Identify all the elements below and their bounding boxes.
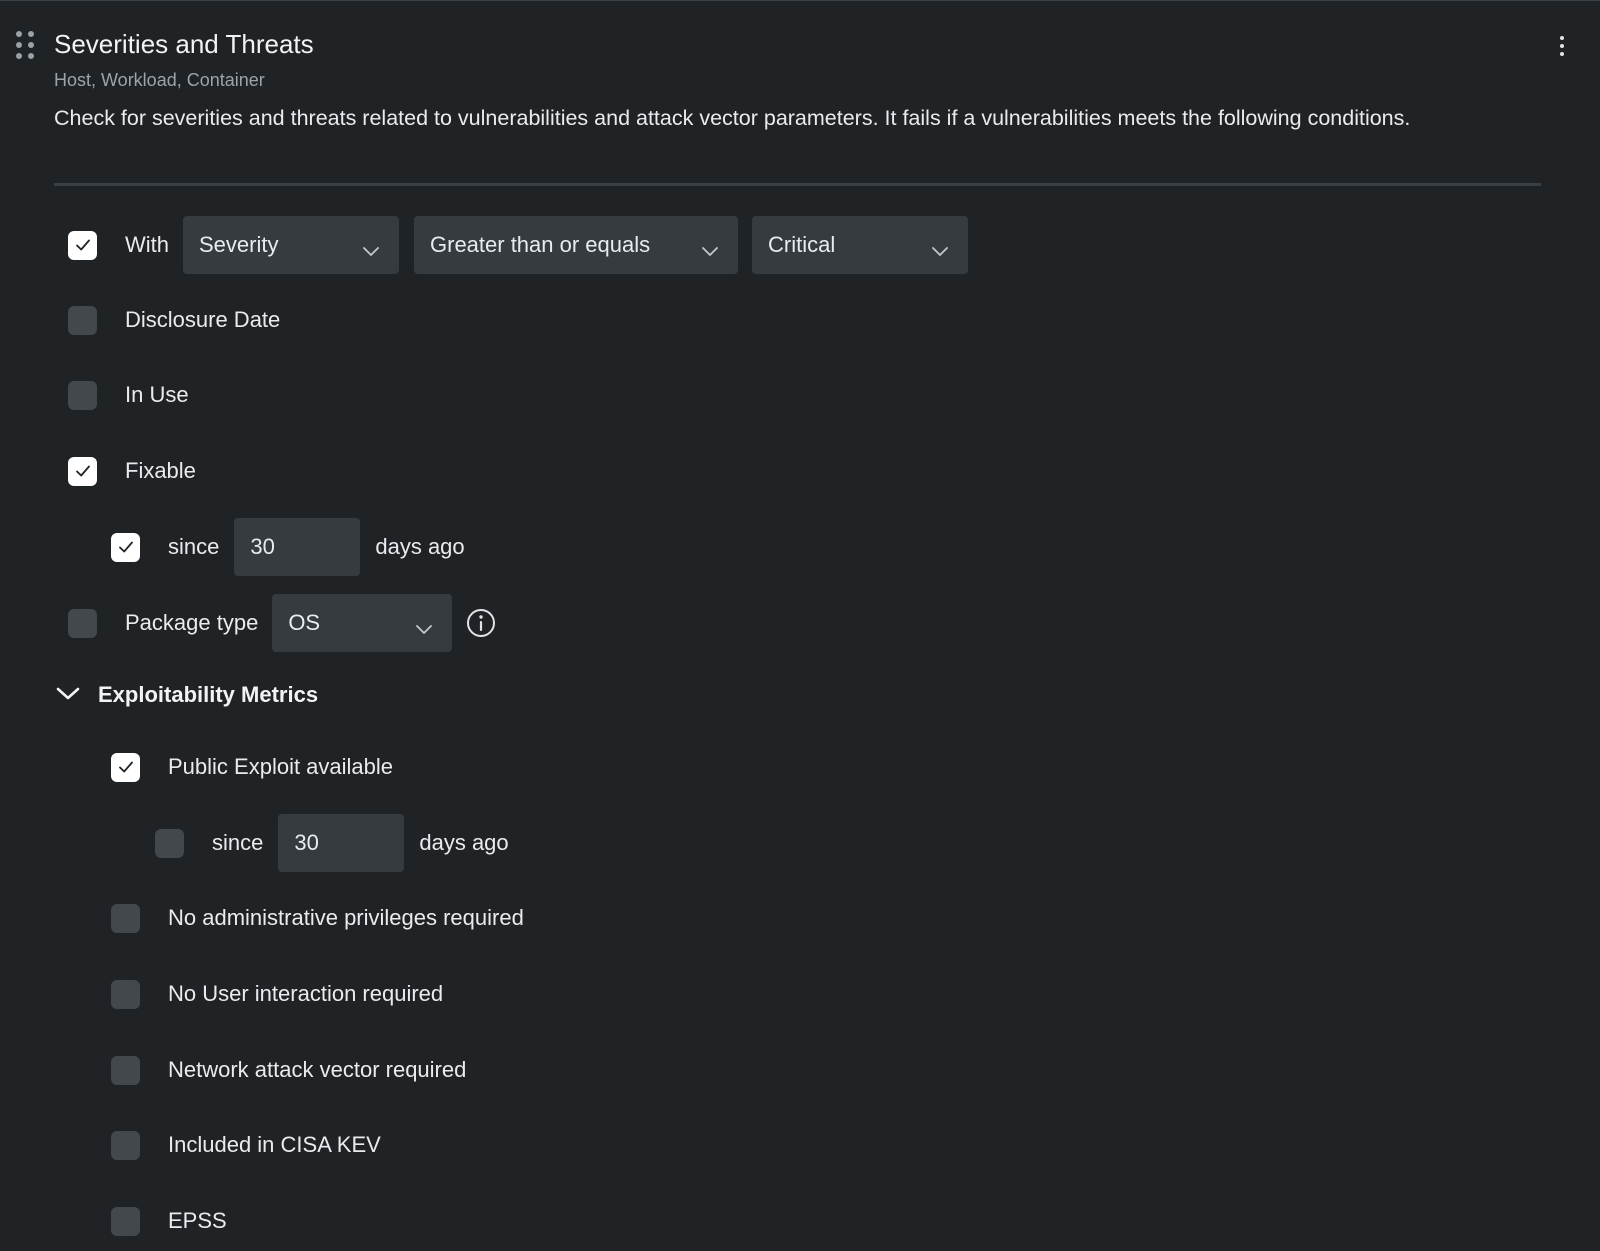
chevron-down-icon <box>702 238 718 264</box>
no-admin-checkbox[interactable] <box>111 903 140 933</box>
package-type-label: Package type <box>125 610 259 635</box>
cisa-kev-label: Included in CISA KEV <box>168 1132 381 1157</box>
epss-checkbox[interactable] <box>111 1206 140 1236</box>
cisa-kev-checkbox[interactable] <box>111 1130 140 1160</box>
public-exploit-label: Public Exploit available <box>168 754 394 779</box>
package-type-checkbox[interactable] <box>68 608 97 638</box>
fixable-since-label: since <box>168 534 220 559</box>
cisa-kev-row: Included in CISA KEV <box>111 1116 381 1174</box>
public-exploit-days-suffix: days ago <box>419 830 509 855</box>
info-icon[interactable] <box>466 608 496 638</box>
chevron-down-icon <box>932 238 948 264</box>
in-use-label: In Use <box>125 382 189 407</box>
severity-field-value: Severity <box>199 232 279 257</box>
with-label: With <box>125 232 169 257</box>
operator-value: Greater than or equals <box>430 232 651 257</box>
check-icon <box>75 239 90 251</box>
check-icon <box>118 761 133 773</box>
fixable-days-suffix: days ago <box>375 534 465 559</box>
disclosure-date-label: Disclosure Date <box>125 307 281 332</box>
chevron-down-icon <box>416 616 433 642</box>
severity-value-dropdown[interactable]: Critical <box>752 216 968 274</box>
public-exploit-since-label: since <box>212 830 264 855</box>
fixable-since-row: since days ago <box>111 518 465 576</box>
more-vertical-icon[interactable] <box>1550 33 1574 59</box>
card-title: Severities and Threats <box>54 29 314 59</box>
in-use-checkbox[interactable] <box>68 380 97 410</box>
network-attack-label: Network attack vector required <box>168 1057 467 1082</box>
package-type-value: OS <box>288 610 321 635</box>
network-attack-row: Network attack vector required <box>111 1041 466 1099</box>
public-exploit-since-checkbox[interactable] <box>155 828 184 858</box>
no-user-interaction-checkbox[interactable] <box>111 979 140 1009</box>
package-type-dropdown[interactable]: OS <box>272 594 453 652</box>
chevron-down-icon <box>56 685 80 706</box>
with-checkbox[interactable] <box>68 230 97 260</box>
epss-label: EPSS <box>168 1208 227 1233</box>
header-divider <box>54 183 1541 186</box>
fixable-days-input[interactable] <box>234 518 361 576</box>
card-description: Check for severities and threats related… <box>54 106 1411 130</box>
severities-threats-card: Severities and Threats Host, Workload, C… <box>0 0 1600 1251</box>
fixable-row: Fixable <box>68 442 196 500</box>
operator-dropdown[interactable]: Greater than or equals <box>414 216 738 274</box>
card-subtitle: Host, Workload, Container <box>54 70 265 90</box>
package-type-row: Package type OS <box>68 594 496 652</box>
check-icon <box>118 541 133 553</box>
fixable-checkbox[interactable] <box>68 456 97 486</box>
fixable-since-checkbox[interactable] <box>111 532 140 562</box>
in-use-row: In Use <box>68 366 189 424</box>
severity-value: Critical <box>768 232 836 257</box>
exploitability-section-title: Exploitability Metrics <box>98 682 319 707</box>
no-user-interaction-label: No User interaction required <box>168 981 444 1006</box>
disclosure-date-row: Disclosure Date <box>68 291 280 349</box>
no-admin-row: No administrative privileges required <box>111 889 524 947</box>
with-condition-row: With Severity Greater than or equals Cri… <box>68 216 968 274</box>
no-admin-label: No administrative privileges required <box>168 905 524 930</box>
public-exploit-row: Public Exploit available <box>111 738 393 796</box>
epss-row: EPSS <box>111 1192 227 1250</box>
severity-field-dropdown[interactable]: Severity <box>183 216 399 274</box>
drag-handle-icon[interactable] <box>16 31 36 61</box>
disclosure-date-checkbox[interactable] <box>68 305 97 335</box>
public-exploit-since-row: since days ago <box>155 814 509 872</box>
chevron-down-icon <box>363 238 379 264</box>
public-exploit-days-input[interactable] <box>278 814 405 872</box>
fixable-label: Fixable <box>125 458 196 483</box>
public-exploit-checkbox[interactable] <box>111 752 140 782</box>
check-icon <box>75 465 90 477</box>
network-attack-checkbox[interactable] <box>111 1055 140 1085</box>
exploitability-section-toggle[interactable]: Exploitability Metrics <box>56 675 318 715</box>
no-user-interaction-row: No User interaction required <box>111 965 443 1023</box>
